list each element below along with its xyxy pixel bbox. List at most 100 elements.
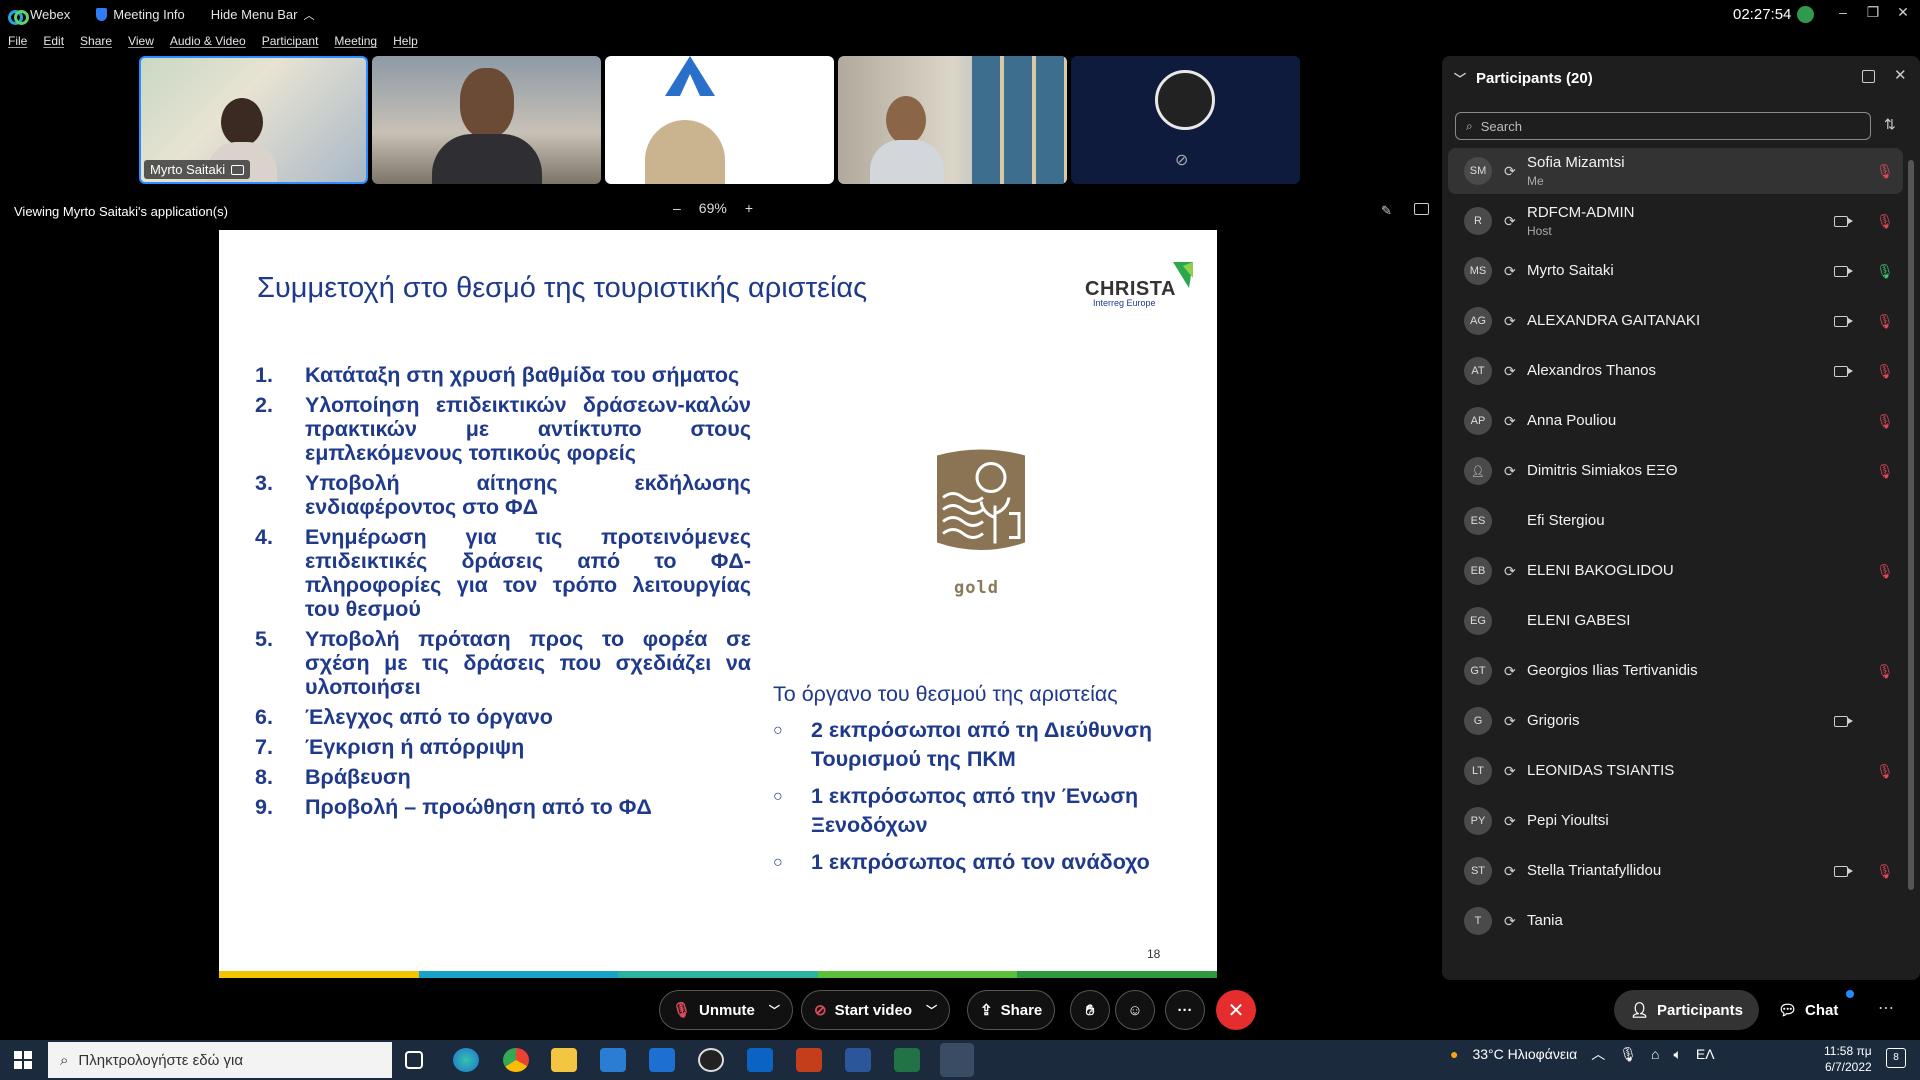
share-button[interactable]: ⇪ Share <box>967 990 1056 1030</box>
menu-meeting[interactable]: Meeting <box>334 34 377 52</box>
participant-row[interactable]: AT ⟳ Alexandros Thanos 🎙︎ <box>1448 348 1903 394</box>
participant-row[interactable]: ES Efi Stergiou <box>1448 498 1903 544</box>
participant-row[interactable]: MS ⟳ Myrto Saitaki 🎙︎ <box>1448 248 1903 294</box>
system-clock[interactable]: 11:58 πμ 6/7/2022 <box>1824 1043 1872 1075</box>
notification-center-icon[interactable]: 8 <box>1886 1048 1906 1068</box>
mail-icon[interactable] <box>649 1048 675 1072</box>
share-screen-icon: ⇪ <box>980 1002 993 1019</box>
close-window-button[interactable]: ✕ <box>1892 4 1914 24</box>
leave-meeting-button[interactable]: ✕ <box>1216 990 1256 1030</box>
chevron-down-icon[interactable]: ﹀ <box>926 1002 937 1018</box>
word-icon[interactable] <box>845 1048 871 1072</box>
participant-row[interactable]: GT ⟳ Georgios Ilias Tertivanidis 🎙︎ <box>1448 648 1903 694</box>
menu-edit[interactable]: Edit <box>43 34 64 52</box>
network-icon[interactable]: ⌂ <box>1651 1046 1659 1062</box>
participant-row[interactable]: G ⟳ Grigoris <box>1448 698 1903 744</box>
list-item: ○ 1 εκπρόσωπος από την Ένωση Ξενοδόχων <box>773 782 1213 840</box>
taskbar-search-box[interactable]: ⌕ Πληκτρολογήστε εδώ για <box>48 1042 392 1078</box>
windows-start-icon[interactable] <box>14 1051 32 1069</box>
mic-muted-icon[interactable]: 🎙︎ <box>1876 363 1894 380</box>
chrome-browser-icon[interactable] <box>503 1048 529 1072</box>
annotate-icon[interactable]: ✎ <box>1381 203 1392 219</box>
video-tile-obs[interactable]: ⊘ <box>1071 56 1300 184</box>
mic-muted-icon[interactable]: 🎙︎ <box>1876 863 1894 880</box>
list-item: 2. Υλοποίηση επιδεικτικών δράσεων-καλών π… <box>255 393 751 465</box>
start-video-button[interactable]: ⊘ Start video ﹀ <box>801 990 951 1030</box>
file-explorer-icon[interactable] <box>551 1048 577 1072</box>
chevron-down-icon[interactable]: ﹀ <box>1454 70 1466 87</box>
video-tile-participant-3[interactable] <box>605 56 834 184</box>
avatar: T <box>1464 907 1492 935</box>
menu-audio-video[interactable]: Audio & Video <box>170 34 246 52</box>
meeting-info-button[interactable]: Meeting Info <box>96 7 185 22</box>
mic-muted-icon[interactable]: 🎙︎ <box>1876 213 1894 230</box>
close-panel-icon[interactable]: ✕ <box>1894 66 1907 84</box>
video-tile-active-speaker[interactable]: Myrto Saitaki <box>139 56 368 184</box>
menu-file[interactable]: File <box>8 34 27 52</box>
more-panels-icon[interactable]: ⋯ <box>1878 998 1894 1018</box>
participant-name: RDFCM-ADMIN <box>1527 204 1635 221</box>
reactions-button[interactable]: ☺ <box>1115 990 1155 1030</box>
participant-row[interactable]: LT ⟳ LEONIDAS TSIANTIS 🎙︎ <box>1448 748 1903 794</box>
task-view-icon[interactable] <box>405 1051 423 1069</box>
step-text: Υποβολή πρόταση προς το φορέα σε σχέση μ… <box>305 627 751 699</box>
participant-row[interactable]: EG ELENI GABESI <box>1448 598 1903 644</box>
chevron-up-icon[interactable]: ︿ <box>1591 1044 1605 1064</box>
chevron-down-icon[interactable]: ﹀ <box>769 1002 780 1018</box>
participant-row[interactable]: AP ⟳ Anna Pouliou 🎙︎ <box>1448 398 1903 444</box>
menu-participant[interactable]: Participant <box>262 34 319 52</box>
list-item: 4. Ενημέρωση για τις προτεινόμενες επιδει… <box>255 525 751 621</box>
webex-taskbar-icon[interactable] <box>940 1043 974 1077</box>
participant-row[interactable]: AG ⟳ ALEXANDRA GAITANAKI 🎙︎ <box>1448 298 1903 344</box>
participant-row[interactable]: PY ⟳ Pepi Yioultsi <box>1448 798 1903 844</box>
mic-muted-icon[interactable]: 🎙︎ <box>1876 163 1894 180</box>
video-tile-participant-4[interactable] <box>838 56 1067 184</box>
participant-search-input[interactable]: ⌕ Search <box>1455 112 1871 140</box>
hide-menu-bar-button[interactable]: Hide Menu Bar ︿ <box>211 7 315 23</box>
edge-browser-icon[interactable] <box>453 1048 479 1072</box>
participant-name: ELENI BAKOGLIDOU <box>1527 562 1674 579</box>
excel-icon[interactable] <box>894 1048 920 1072</box>
participant-row[interactable]: ST ⟳ Stella Triantafyllidou 🎙︎ <box>1448 848 1903 894</box>
participant-list-scrollbar[interactable] <box>1908 160 1914 890</box>
zoom-level: 69% <box>698 200 727 216</box>
menu-view[interactable]: View <box>128 34 154 52</box>
search-placeholder: Search <box>1480 118 1522 134</box>
raise-hand-button[interactable]: ✋︎ <box>1070 990 1110 1030</box>
participant-row[interactable]: R ⟳ RDFCM-ADMIN Host 🎙︎ <box>1448 198 1903 244</box>
participant-row[interactable]: T ⟳ Tania <box>1448 898 1903 944</box>
mic-muted-icon[interactable]: 🎙︎ <box>1876 413 1894 430</box>
participant-row[interactable]: 👤︎ ⟳ Dimitris Simiakos ΕΞΘ 🎙︎ <box>1448 448 1903 494</box>
participants-button[interactable]: 👤︎ Participants <box>1614 990 1759 1030</box>
zoom-in-button[interactable]: + <box>745 200 753 216</box>
mic-on-icon[interactable]: 🎙︎ <box>1876 263 1894 280</box>
outlook-icon[interactable] <box>747 1048 773 1072</box>
microsoft-store-icon[interactable] <box>600 1048 626 1072</box>
zoom-out-button[interactable]: – <box>673 200 681 216</box>
menu-share[interactable]: Share <box>80 34 112 52</box>
powerpoint-icon[interactable] <box>796 1048 822 1072</box>
mic-muted-icon[interactable]: 🎙︎ <box>1876 463 1894 480</box>
language-indicator[interactable]: ΕΛ <box>1696 1046 1715 1062</box>
minimize-button[interactable]: – <box>1832 4 1854 24</box>
sync-icon: ⟳ <box>1504 762 1516 779</box>
participant-row[interactable]: SM ⟳ Sofia Mizamtsi Me 🎙︎ <box>1448 148 1903 194</box>
volume-icon[interactable]: 🔈︎ <box>1674 1046 1682 1063</box>
video-tile-participant-2[interactable] <box>372 56 601 184</box>
chat-button[interactable]: 💬︎ Chat <box>1778 990 1838 1030</box>
maximize-button[interactable]: ❐ <box>1862 4 1884 24</box>
participant-row[interactable]: EB ⟳ ELENI BAKOGLIDOU 🎙︎ <box>1448 548 1903 594</box>
avatar[interactable] <box>1797 6 1814 23</box>
mic-muted-icon[interactable]: 🎙︎ <box>1876 313 1894 330</box>
weather-text[interactable]: 33°C Ηλιοφάνεια <box>1472 1046 1577 1062</box>
pop-out-icon[interactable] <box>1862 70 1875 83</box>
mic-muted-icon[interactable]: 🎙︎ <box>1876 763 1894 780</box>
dell-icon[interactable] <box>698 1048 724 1072</box>
unmute-button[interactable]: 🎙︎ Unmute ﹀ <box>659 990 793 1030</box>
more-options-button[interactable]: ··· <box>1165 990 1205 1030</box>
pop-out-view-icon[interactable] <box>1414 203 1429 215</box>
menu-help[interactable]: Help <box>393 34 418 52</box>
mic-muted-icon[interactable]: 🎙︎ <box>1876 663 1894 680</box>
mic-muted-icon[interactable]: 🎙︎ <box>1876 563 1894 580</box>
sort-icon[interactable]: ⇅ <box>1884 116 1896 133</box>
